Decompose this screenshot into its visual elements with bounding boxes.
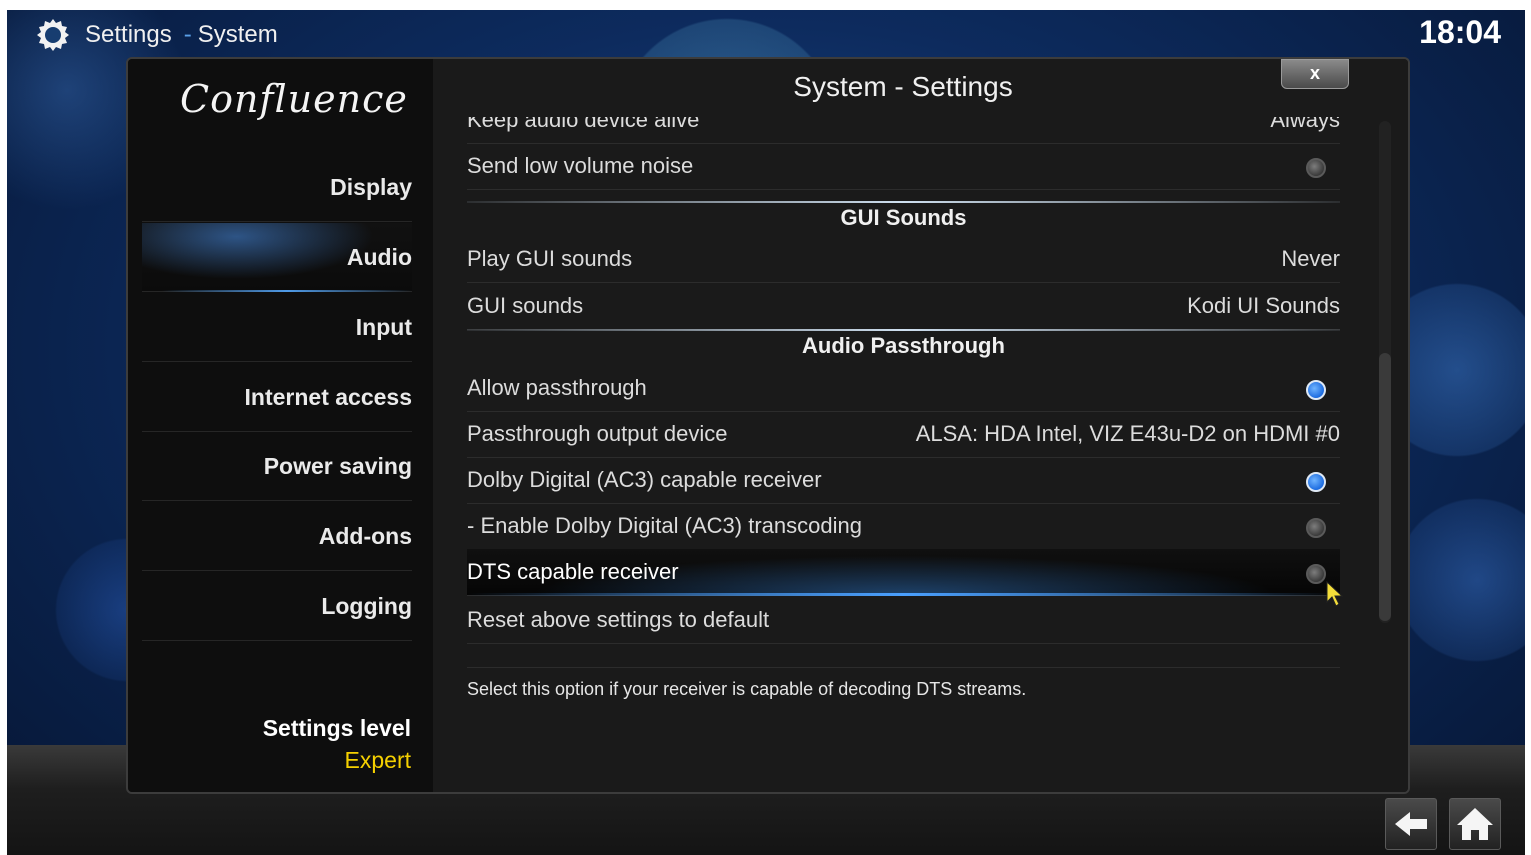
breadcrumb-sub: System — [197, 21, 278, 48]
sidebar: Confluence Display Audio Input Internet … — [128, 59, 433, 792]
setting-value: ALSA: HDA Intel, VIZ E43u-D2 on HDMI #0 — [915, 421, 1340, 446]
close-icon: x — [1309, 63, 1320, 83]
setting-allow-passthrough[interactable]: Allow passthrough — [467, 365, 1340, 412]
toggle-on-icon[interactable] — [1306, 380, 1326, 400]
setting-label: Reset above settings to default — [467, 607, 770, 632]
setting-label: Dolby Digital (AC3) capable receiver — [467, 467, 822, 492]
breadcrumb-separator: - — [183, 21, 192, 48]
setting-dolby-digital-transcoding[interactable]: - Enable Dolby Digital (AC3) transcoding — [467, 503, 1340, 550]
scrollbar-thumb[interactable] — [1379, 353, 1391, 621]
sidebar-item-internet-access[interactable]: Internet access — [142, 363, 412, 432]
setting-send-low-volume-noise[interactable]: Send low volume noise — [467, 143, 1340, 190]
settings-content: System - Settings x Keep audio device al… — [433, 59, 1408, 792]
setting-label: - Enable Dolby Digital (AC3) transcoding — [467, 513, 862, 538]
sidebar-item-logging[interactable]: Logging — [142, 572, 412, 641]
back-arrow-icon — [1395, 812, 1427, 836]
setting-label: Keep audio device alive — [467, 117, 700, 132]
setting-keep-audio-device-alive[interactable]: Keep audio device alive Always — [467, 117, 1340, 144]
page-title: System - Settings — [793, 71, 1013, 102]
setting-value: Never — [1281, 246, 1340, 271]
divider — [467, 667, 1340, 668]
clock: 18:04 — [1419, 14, 1501, 50]
sidebar-item-audio[interactable]: Audio — [142, 223, 412, 292]
setting-description: Select this option if your receiver is c… — [467, 679, 1027, 699]
setting-label: GUI sounds — [467, 293, 584, 318]
setting-value: Kodi UI Sounds — [1187, 293, 1340, 318]
setting-passthrough-output-device[interactable]: Passthrough output device ALSA: HDA Inte… — [467, 411, 1340, 458]
home-button[interactable] — [1449, 798, 1501, 850]
setting-label: Allow passthrough — [467, 375, 647, 400]
setting-reset-defaults[interactable]: Reset above settings to default — [467, 597, 1340, 644]
setting-dts-capable-receiver[interactable]: DTS capable receiver — [467, 549, 1340, 596]
settings-dialog: Confluence Display Audio Input Internet … — [126, 57, 1410, 794]
breadcrumb: Settings - System — [35, 18, 278, 52]
section-header-audio-passthrough: Audio Passthrough — [467, 329, 1340, 363]
setting-label: Send low volume noise — [467, 153, 694, 178]
kodi-screen: Settings - System 18:04 Confluence Displ… — [7, 10, 1525, 855]
settings-level-label[interactable]: Settings level — [263, 715, 411, 742]
scrollbar[interactable] — [1379, 121, 1391, 623]
home-icon — [1457, 808, 1493, 840]
setting-dolby-digital-receiver[interactable]: Dolby Digital (AC3) capable receiver — [467, 457, 1340, 504]
gear-icon — [37, 19, 69, 51]
close-button[interactable]: x — [1281, 59, 1349, 89]
toggle-off-icon[interactable] — [1306, 518, 1326, 538]
sidebar-item-display[interactable]: Display — [142, 153, 412, 222]
mouse-cursor-icon — [1326, 580, 1344, 607]
toggle-on-icon[interactable] — [1306, 472, 1326, 492]
setting-gui-sounds[interactable]: GUI sounds Kodi UI Sounds — [467, 283, 1340, 330]
section-header-gui-sounds: GUI Sounds — [467, 201, 1340, 235]
setting-value: Always — [1270, 117, 1340, 132]
section-title: GUI Sounds — [840, 205, 967, 230]
setting-play-gui-sounds[interactable]: Play GUI sounds Never — [467, 236, 1340, 283]
logo: Confluence — [180, 77, 408, 121]
back-button[interactable] — [1385, 798, 1437, 850]
sidebar-item-power-saving[interactable]: Power saving — [142, 432, 412, 501]
toggle-off-icon[interactable] — [1306, 564, 1326, 584]
settings-level-value[interactable]: Expert — [345, 747, 411, 774]
settings-list: Keep audio device alive Always Send low … — [467, 117, 1340, 657]
sidebar-item-add-ons[interactable]: Add-ons — [142, 502, 412, 571]
setting-label: DTS capable receiver — [467, 559, 679, 584]
sidebar-item-input[interactable]: Input — [142, 293, 412, 362]
setting-label: Passthrough output device — [467, 421, 728, 446]
setting-label: Play GUI sounds — [467, 246, 633, 271]
section-title: Audio Passthrough — [802, 333, 1005, 358]
breadcrumb-main: Settings — [85, 21, 172, 48]
toggle-off-icon[interactable] — [1306, 158, 1326, 178]
